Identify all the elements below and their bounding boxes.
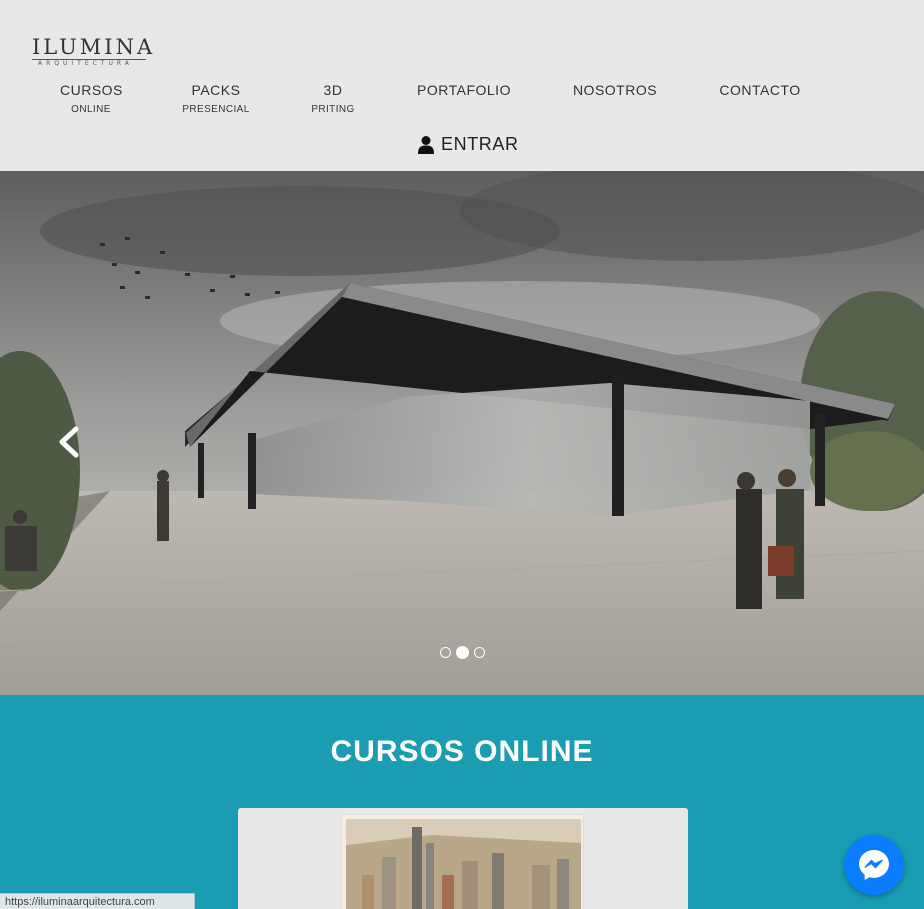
login-button[interactable]: ENTRAR (417, 133, 519, 155)
site-header: ILUMINA ARQUITECTURA CURSOS ONLINE PACKS… (0, 0, 924, 171)
hero-slider[interactable] (0, 171, 924, 695)
nav-item-portafolio[interactable]: PORTAFOLIO (414, 82, 514, 98)
nav-item-sublabel: PRESENCIAL (182, 104, 250, 115)
messenger-chat-button[interactable] (844, 835, 904, 895)
logo[interactable]: ILUMINA ARQUITECTURA (32, 36, 152, 68)
nav-item-label: CONTACTO (719, 82, 801, 98)
nav-item-label: PACKS (191, 82, 241, 98)
course-image (342, 815, 583, 909)
slider-dot-2[interactable] (456, 645, 469, 659)
main-nav: CURSOS ONLINE PACKS PRESENCIAL 3D PRITIN… (0, 82, 924, 122)
login-label: ENTRAR (441, 133, 519, 154)
logo-tagline: ARQUITECTURA (38, 60, 133, 67)
slider-dot-3[interactable] (474, 646, 485, 658)
courses-title: CURSOS ONLINE (330, 735, 594, 768)
logo-wordmark: ILUMINA (32, 35, 156, 59)
hero-image (0, 171, 924, 695)
status-bar-url: https://iluminaarquitectura.com (0, 893, 195, 909)
messenger-icon (859, 850, 889, 880)
slider-pagination (440, 645, 485, 659)
nav-item-label: NOSOTROS (572, 82, 658, 98)
nav-item-sublabel: ONLINE (71, 104, 111, 115)
nav-item-cursos[interactable]: CURSOS ONLINE (60, 82, 122, 116)
chevron-left-icon[interactable] (56, 425, 84, 459)
user-icon (418, 135, 434, 154)
nav-item-3d[interactable]: 3D PRITING (310, 82, 356, 116)
course-card[interactable] (238, 808, 688, 909)
courses-section: CURSOS ONLINE (0, 695, 924, 909)
nav-item-label: 3D (323, 82, 343, 98)
course-thumbnail (341, 814, 584, 909)
nav-item-nosotros[interactable]: NOSOTROS (570, 82, 660, 98)
nav-item-contacto[interactable]: CONTACTO (716, 82, 804, 98)
nav-item-packs[interactable]: PACKS PRESENCIAL (180, 82, 252, 116)
nav-item-sublabel: PRITING (311, 104, 355, 115)
nav-item-label: CURSOS (60, 82, 123, 98)
page: ILUMINA ARQUITECTURA CURSOS ONLINE PACKS… (0, 0, 924, 909)
nav-item-label: PORTAFOLIO (417, 82, 511, 98)
slider-dot-1[interactable] (440, 646, 451, 658)
